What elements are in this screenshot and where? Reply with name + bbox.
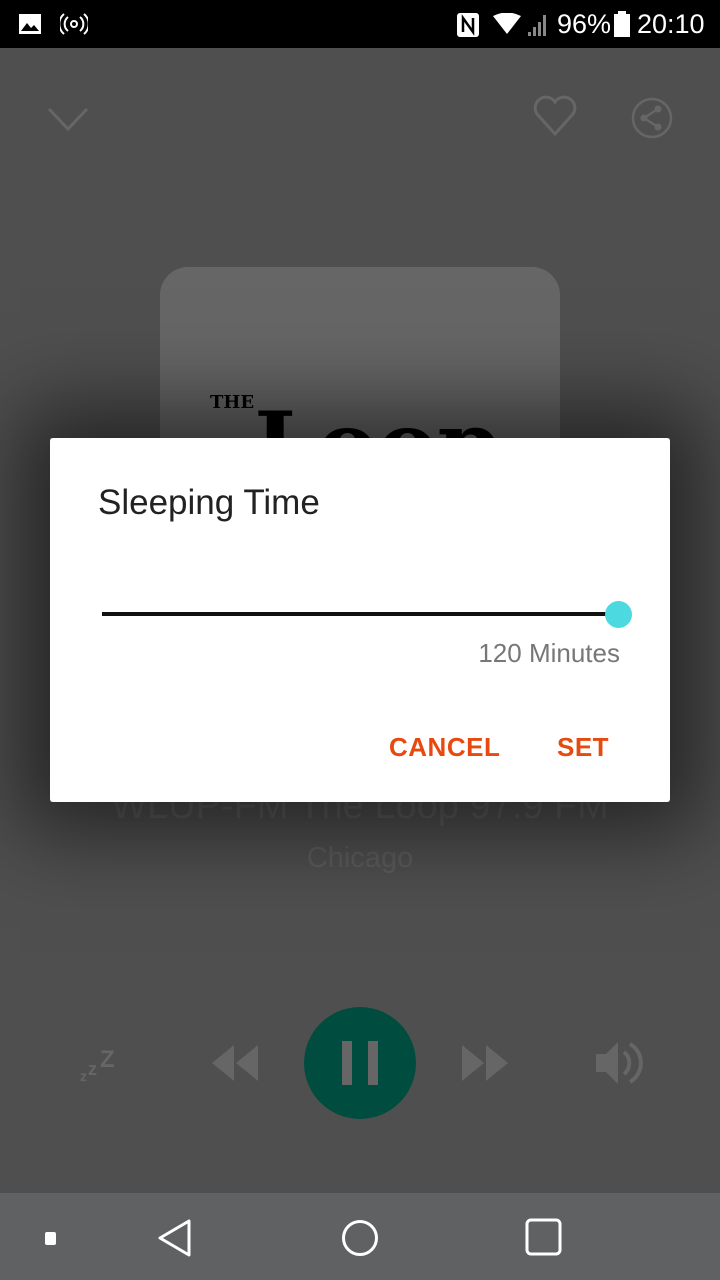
set-button[interactable]: SET bbox=[557, 732, 609, 763]
clock: 20:10 bbox=[637, 9, 705, 39]
wifi-icon bbox=[493, 13, 521, 34]
favorite-heart-icon[interactable] bbox=[532, 94, 578, 138]
svg-text:z: z bbox=[80, 1068, 87, 1084]
share-icon[interactable] bbox=[630, 96, 674, 140]
home-icon[interactable] bbox=[340, 1218, 380, 1258]
battery-percent: 96% bbox=[557, 9, 612, 39]
back-icon[interactable] bbox=[156, 1218, 194, 1258]
station-location: Chicago bbox=[306, 842, 414, 874]
volume-icon[interactable] bbox=[594, 1038, 646, 1088]
fast-forward-icon[interactable] bbox=[460, 1045, 510, 1081]
pause-button[interactable] bbox=[304, 1007, 416, 1119]
menu-dot-icon[interactable] bbox=[45, 1232, 56, 1245]
sleep-timer-dialog: Sleeping Time 120 Minutes CANCEL SET bbox=[50, 438, 670, 802]
hotspot-icon bbox=[60, 13, 88, 35]
sleep-timer-icon[interactable]: zzZ bbox=[78, 1045, 124, 1085]
cancel-button[interactable]: CANCEL bbox=[389, 732, 500, 763]
rewind-icon[interactable] bbox=[210, 1045, 260, 1081]
svg-text:z: z bbox=[88, 1059, 97, 1079]
nfc-icon bbox=[457, 13, 479, 37]
dialog-title: Sleeping Time bbox=[98, 483, 320, 522]
image-icon bbox=[19, 14, 41, 34]
svg-text:Z: Z bbox=[100, 1046, 115, 1073]
sleep-time-slider-thumb[interactable] bbox=[605, 601, 632, 628]
slider-value-label: 120 Minutes bbox=[478, 638, 620, 668]
sleep-time-slider-track[interactable] bbox=[102, 612, 618, 616]
battery-icon bbox=[614, 11, 630, 37]
recents-icon[interactable] bbox=[525, 1218, 565, 1258]
status-bar: 96% 20:10 bbox=[0, 0, 720, 48]
pause-icon bbox=[342, 1041, 378, 1085]
signal-icon bbox=[528, 15, 546, 36]
navigation-bar bbox=[0, 1193, 720, 1280]
collapse-chevron-icon[interactable] bbox=[46, 106, 90, 132]
